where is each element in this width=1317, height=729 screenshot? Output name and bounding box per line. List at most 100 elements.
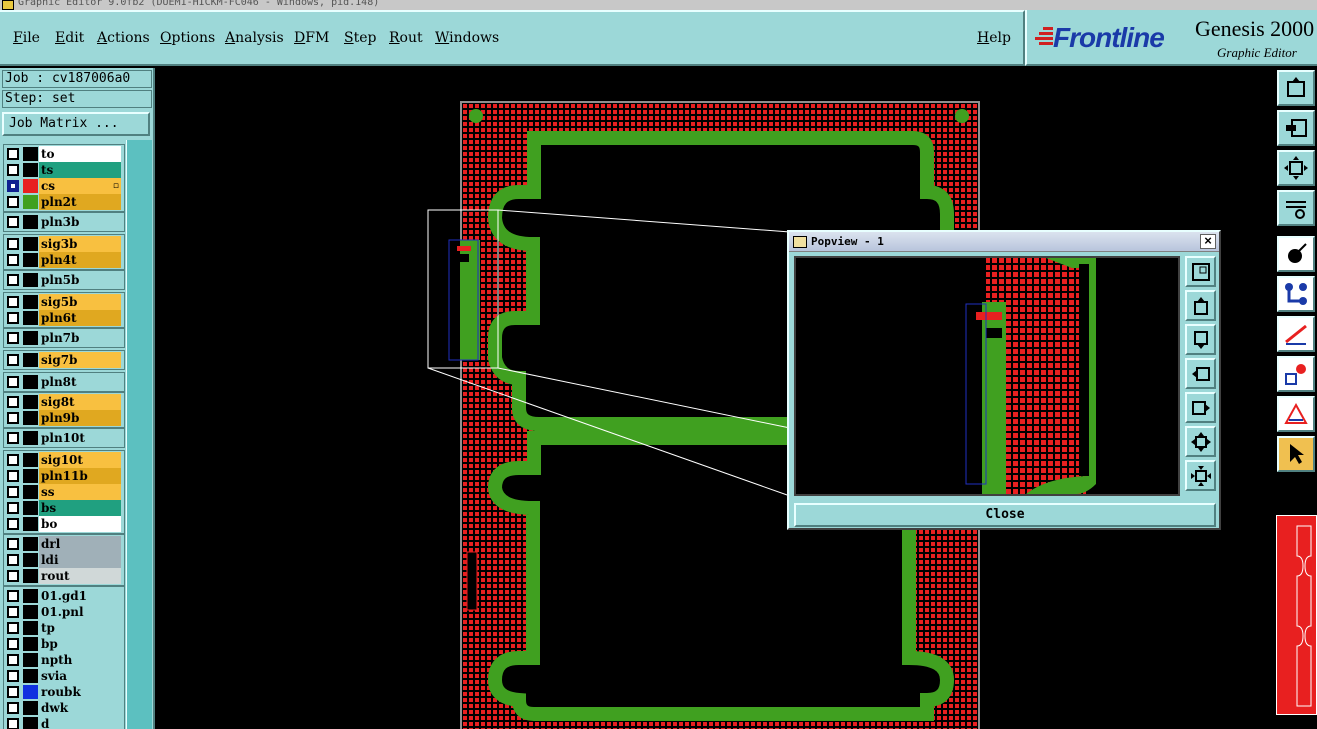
layer-row[interactable]: 01.gd1 (4, 588, 124, 604)
layer-color-swatch[interactable] (23, 195, 38, 209)
layer-name[interactable]: sig3b (39, 236, 121, 252)
pan-left-button[interactable] (1185, 358, 1216, 389)
layer-name[interactable]: pln11b (39, 468, 121, 484)
layer-row[interactable]: dwk (4, 700, 124, 716)
layer-row[interactable]: sig10t (4, 452, 124, 468)
layer-row[interactable]: pln7b (4, 330, 124, 346)
layer-row[interactable]: sig8t (4, 394, 124, 410)
measure-button[interactable] (1277, 190, 1315, 226)
layer-color-swatch[interactable] (23, 701, 38, 715)
layer-name[interactable]: 01.gd1 (39, 588, 121, 604)
layer-row[interactable]: drl (4, 536, 124, 552)
layer-name[interactable]: bp (39, 636, 121, 652)
popview-canvas[interactable] (794, 256, 1180, 496)
layer-row[interactable]: pln4t (4, 252, 124, 268)
layer-name[interactable]: roubk (39, 684, 121, 700)
layer-row[interactable]: rout (4, 568, 124, 584)
menu-help[interactable]: Help (977, 30, 1011, 46)
layer-color-swatch[interactable] (23, 453, 38, 467)
layer-scroll-strip[interactable] (126, 140, 152, 729)
layer-name[interactable]: cs ▫ (39, 178, 121, 194)
layer-color-swatch[interactable] (23, 469, 38, 483)
pan-down-button[interactable] (1185, 324, 1216, 355)
layer-name[interactable]: pln5b (39, 272, 121, 288)
layer-checkbox[interactable] (7, 702, 19, 714)
zoom-window-button[interactable] (1185, 256, 1216, 287)
layer-color-swatch[interactable] (23, 537, 38, 551)
layer-color-swatch[interactable] (23, 331, 38, 345)
layer-color-swatch[interactable] (23, 685, 38, 699)
layer-row[interactable]: ts (4, 162, 124, 178)
job-matrix-button[interactable]: Job Matrix ... (2, 112, 150, 136)
layer-checkbox[interactable] (7, 638, 19, 650)
layer-row[interactable]: pln9b (4, 410, 124, 426)
layer-name[interactable]: rout (39, 568, 121, 584)
layer-color-swatch[interactable] (23, 237, 38, 251)
layer-checkbox[interactable] (7, 718, 19, 729)
layer-name[interactable]: d (39, 716, 121, 729)
layer-row[interactable]: pln5b (4, 272, 124, 288)
layer-row[interactable]: tp (4, 620, 124, 636)
layer-checkbox[interactable] (7, 274, 19, 286)
layer-color-swatch[interactable] (23, 717, 38, 729)
layer-color-swatch[interactable] (23, 311, 38, 325)
feature-select-button[interactable] (1277, 236, 1315, 272)
menu-options[interactable]: Options (160, 30, 215, 46)
layer-checkbox[interactable] (7, 518, 19, 530)
layer-color-swatch[interactable] (23, 163, 38, 177)
layer-color-swatch[interactable] (23, 485, 38, 499)
menu-dfm[interactable]: DFM (294, 30, 329, 46)
layer-color-swatch[interactable] (23, 621, 38, 635)
zoom-out-button[interactable] (1185, 460, 1216, 491)
layer-checkbox[interactable] (7, 432, 19, 444)
layer-name[interactable]: pln10t (39, 430, 121, 446)
layer-checkbox[interactable] (7, 376, 19, 388)
pan-right-button[interactable] (1185, 392, 1216, 423)
layer-name[interactable]: sig10t (39, 452, 121, 468)
layer-color-swatch[interactable] (23, 295, 38, 309)
layer-name[interactable]: sig8t (39, 394, 121, 410)
layer-checkbox[interactable] (7, 238, 19, 250)
layer-name[interactable]: tp (39, 620, 121, 636)
layer-checkbox[interactable] (7, 622, 19, 634)
line-tool-button[interactable] (1277, 316, 1315, 352)
layer-row[interactable]: ss (4, 484, 124, 500)
layer-row[interactable]: cs ▫ (4, 178, 124, 194)
snapshot-button[interactable] (1277, 70, 1315, 106)
layer-color-swatch[interactable] (23, 669, 38, 683)
zoom-in-button[interactable] (1185, 426, 1216, 457)
layer-name[interactable]: ldi (39, 552, 121, 568)
layer-checkbox[interactable] (7, 354, 19, 366)
panel-thumbnail[interactable] (1276, 515, 1317, 715)
layer-row[interactable]: pln11b (4, 468, 124, 484)
layer-color-swatch[interactable] (23, 395, 38, 409)
layer-checkbox[interactable] (7, 454, 19, 466)
layer-name[interactable]: npth (39, 652, 121, 668)
layer-checkbox[interactable] (7, 412, 19, 424)
layer-name[interactable]: ss (39, 484, 121, 500)
layer-name[interactable]: drl (39, 536, 121, 552)
layer-color-swatch[interactable] (23, 637, 38, 651)
layer-row[interactable]: roubk (4, 684, 124, 700)
layer-row[interactable]: pln8t (4, 374, 124, 390)
layer-color-swatch[interactable] (23, 569, 38, 583)
layer-color-swatch[interactable] (23, 517, 38, 531)
layer-row[interactable]: svia (4, 668, 124, 684)
layer-checkbox[interactable] (7, 216, 19, 228)
layer-checkbox[interactable] (7, 470, 19, 482)
layer-checkbox[interactable] (7, 554, 19, 566)
menu-rout[interactable]: Rout (389, 30, 423, 46)
layer-row[interactable]: pln2t (4, 194, 124, 210)
layer-color-swatch[interactable] (23, 273, 38, 287)
layer-checkbox[interactable] (7, 180, 19, 192)
layer-checkbox[interactable] (7, 196, 19, 208)
layer-row[interactable]: bs (4, 500, 124, 516)
warning-button[interactable] (1277, 396, 1315, 432)
menu-edit[interactable]: Edit (55, 30, 84, 46)
layer-checkbox[interactable] (7, 332, 19, 344)
layer-color-swatch[interactable] (23, 653, 38, 667)
layer-checkbox[interactable] (7, 312, 19, 324)
layer-color-swatch[interactable] (23, 605, 38, 619)
layer-name[interactable]: 01.pnl (39, 604, 121, 620)
layer-checkbox[interactable] (7, 486, 19, 498)
